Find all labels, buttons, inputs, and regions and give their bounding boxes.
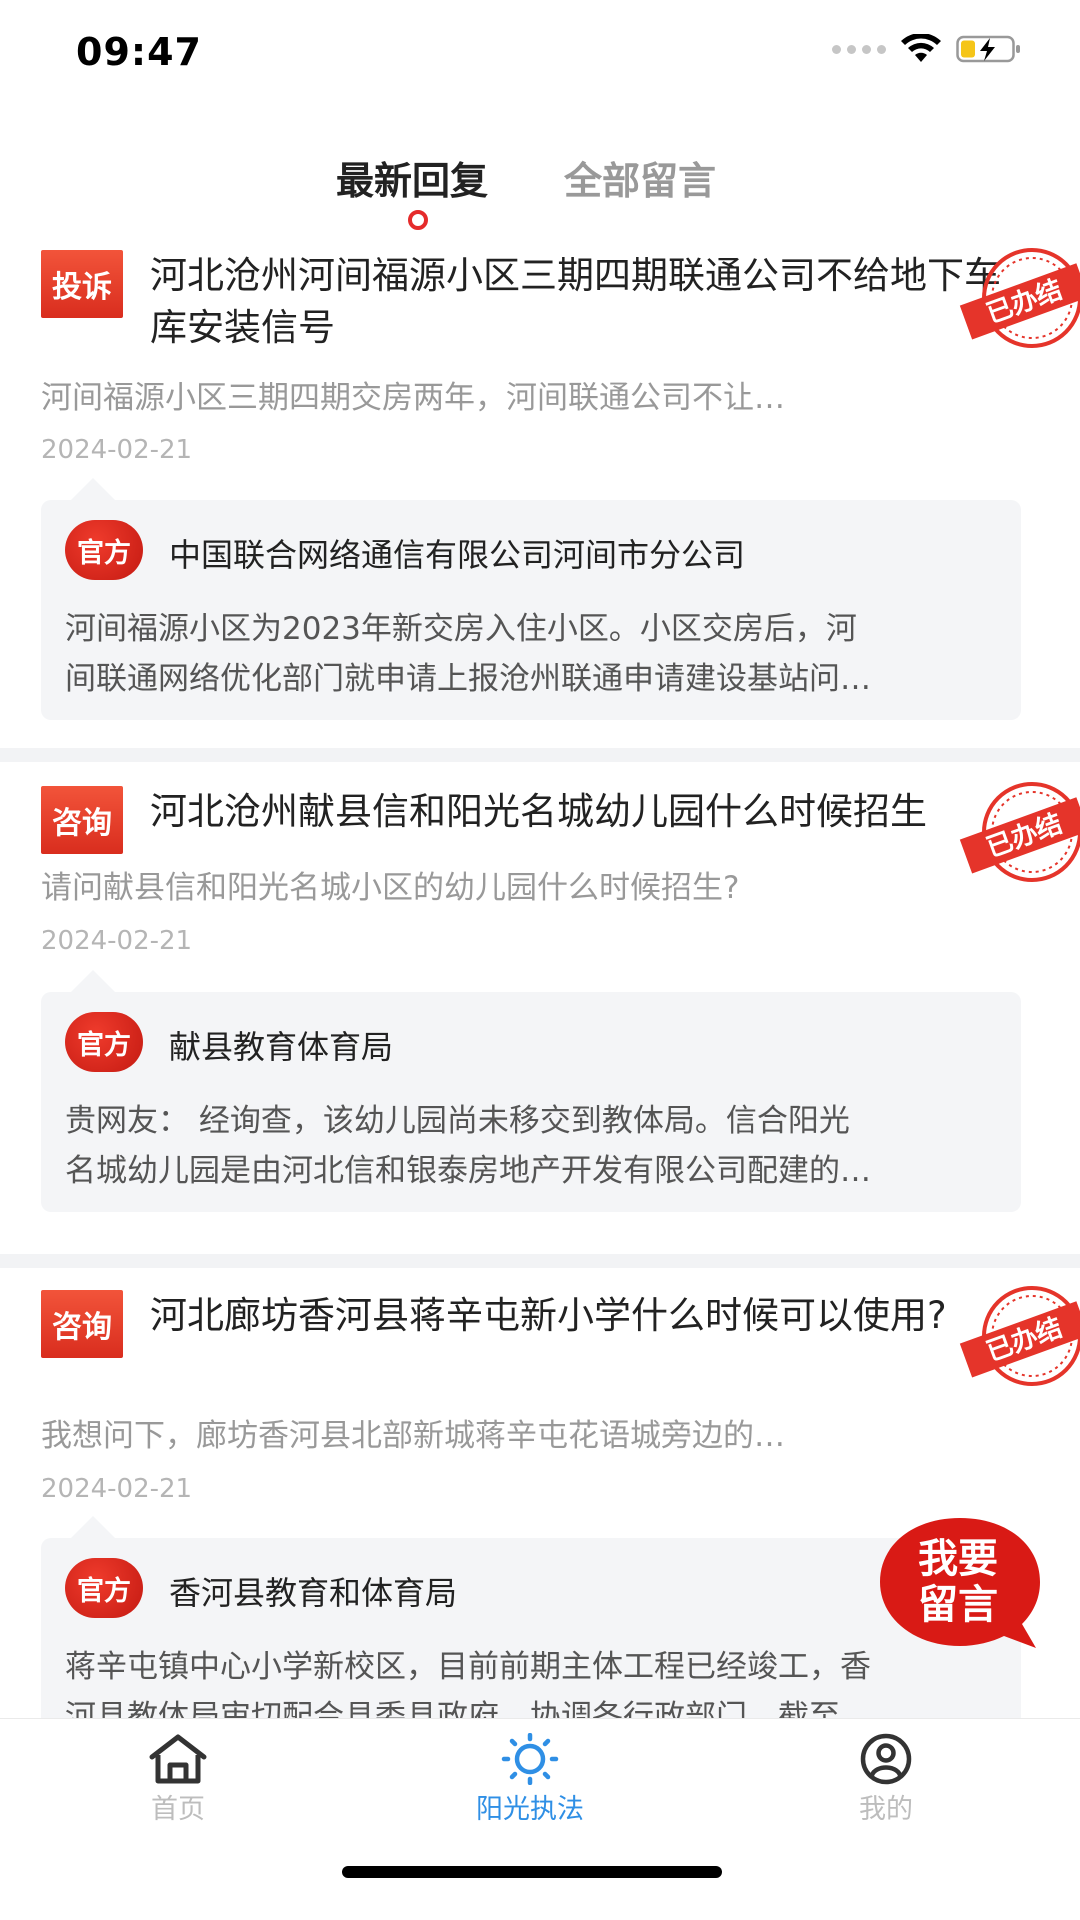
user-profile-icon — [860, 1733, 912, 1785]
nav-sunshine-label: 阳光执法 — [476, 1794, 584, 1825]
reply-line: 贵网友： 经询查，该幼儿园尚未移交到教体局。信合阳光 — [65, 1103, 850, 1139]
reply-organization: 中国联合网络通信有限公司河间市分公司 — [169, 536, 746, 574]
message-feed[interactable]: 投诉 河北沧州河间福源小区三期四期联通公司不给地下车库安装信号 已办结 河间福源… — [0, 240, 1080, 1718]
active-tab-indicator — [408, 210, 428, 230]
tab-bar: 最新回复 全部留言 — [0, 150, 1080, 230]
official-badge: 官方 — [65, 520, 143, 580]
reply-text: 贵网友： 经询查，该幼儿园尚未移交到教体局。信合阳光 名城幼儿园是由河北信和银泰… — [65, 1096, 997, 1196]
post-excerpt: 请问献县信和阳光名城小区的幼儿园什么时候招生? — [41, 870, 740, 906]
reply-line: 名城幼儿园是由河北信和银泰房地产开发有限公司配建的… — [65, 1153, 871, 1189]
official-reply[interactable]: 官方 香河县教育和体育局 蒋辛屯镇中心小学新校区，目前前期主体工程已经竣工，香 … — [41, 1516, 1021, 1718]
official-badge: 官方 — [65, 1558, 143, 1618]
home-icon — [149, 1734, 207, 1784]
completed-stamp-icon: 已办结 — [959, 782, 1080, 882]
official-badge: 官方 — [65, 1012, 143, 1072]
nav-sunshine-enforcement[interactable]: 阳光执法 — [430, 1733, 630, 1826]
post-excerpt: 河间福源小区三期四期交房两年，河间联通公司不让… — [41, 380, 785, 416]
post-excerpt: 我想问下，廊坊香河县北部新城蒋辛屯花语城旁边的… — [41, 1418, 785, 1454]
category-tag: 咨询 — [41, 786, 123, 854]
completed-stamp-icon: 已办结 — [959, 248, 1080, 348]
post-date: 2024-02-21 — [41, 435, 193, 465]
message-card[interactable]: 投诉 河北沧州河间福源小区三期四期联通公司不给地下车库安装信号 已办结 河间福源… — [0, 240, 1080, 748]
official-reply[interactable]: 官方 中国联合网络通信有限公司河间市分公司 河间福源小区为2023年新交房入住小… — [41, 478, 1021, 720]
status-bar: 09:47 — [0, 0, 1080, 100]
status-indicators — [832, 34, 1022, 64]
reply-organization: 献县教育体育局 — [169, 1028, 394, 1066]
nav-home-label: 首页 — [151, 1794, 205, 1825]
reply-line: 蒋辛屯镇中心小学新校区，目前前期主体工程已经竣工，香 — [65, 1649, 871, 1685]
nav-me[interactable]: 我的 — [786, 1733, 986, 1826]
reply-line: 间联通网络优化部门就申请上报沧州联通申请建设基站问… — [65, 661, 871, 697]
leave-message-line1: 我要 — [918, 1535, 998, 1582]
tab-latest-replies[interactable]: 最新回复 — [336, 150, 488, 205]
nav-home[interactable]: 首页 — [78, 1733, 278, 1826]
sun-icon — [501, 1733, 559, 1785]
battery-charging-icon — [956, 34, 1022, 64]
nav-me-label: 我的 — [859, 1794, 913, 1825]
wifi-icon — [900, 34, 942, 64]
post-title[interactable]: 河北廊坊香河县蒋辛屯新小学什么时候可以使用? — [150, 1290, 1010, 1342]
message-card[interactable]: 咨询 河北沧州献县信和阳光名城幼儿园什么时候招生 已办结 请问献县信和阳光名城小… — [0, 748, 1080, 1254]
reply-line: 河县教体局审切配合县委县政府，协调各行政部门，截至… — [65, 1699, 871, 1718]
reply-text: 河间福源小区为2023年新交房入住小区。小区交房后，河 间联通网络优化部门就申请… — [65, 604, 997, 704]
post-date: 2024-02-21 — [41, 926, 193, 956]
cellular-signal-icon — [832, 44, 886, 54]
reply-line: 河间福源小区为2023年新交房入住小区。小区交房后，河 — [65, 611, 857, 647]
post-date: 2024-02-21 — [41, 1474, 193, 1504]
home-indicator — [342, 1866, 722, 1878]
leave-message-line2: 留言 — [918, 1581, 998, 1628]
status-time: 09:47 — [76, 30, 202, 74]
category-tag: 投诉 — [41, 250, 123, 318]
post-title[interactable]: 河北沧州献县信和阳光名城幼儿园什么时候招生 — [150, 786, 1010, 838]
reply-text: 蒋辛屯镇中心小学新校区，目前前期主体工程已经竣工，香 河县教体局审切配合县委县政… — [65, 1642, 997, 1718]
official-reply[interactable]: 官方 献县教育体育局 贵网友： 经询查，该幼儿园尚未移交到教体局。信合阳光 名城… — [41, 970, 1021, 1212]
completed-stamp-icon: 已办结 — [959, 1286, 1080, 1386]
tab-all-messages[interactable]: 全部留言 — [564, 150, 716, 205]
reply-organization: 香河县教育和体育局 — [169, 1574, 458, 1612]
category-tag: 咨询 — [41, 1290, 123, 1358]
post-title[interactable]: 河北沧州河间福源小区三期四期联通公司不给地下车库安装信号 — [150, 250, 1010, 354]
bottom-navigation: 首页 阳光执法 我的 — [0, 1718, 1080, 1920]
leave-message-button[interactable]: 我要 留言 — [876, 1514, 1044, 1654]
